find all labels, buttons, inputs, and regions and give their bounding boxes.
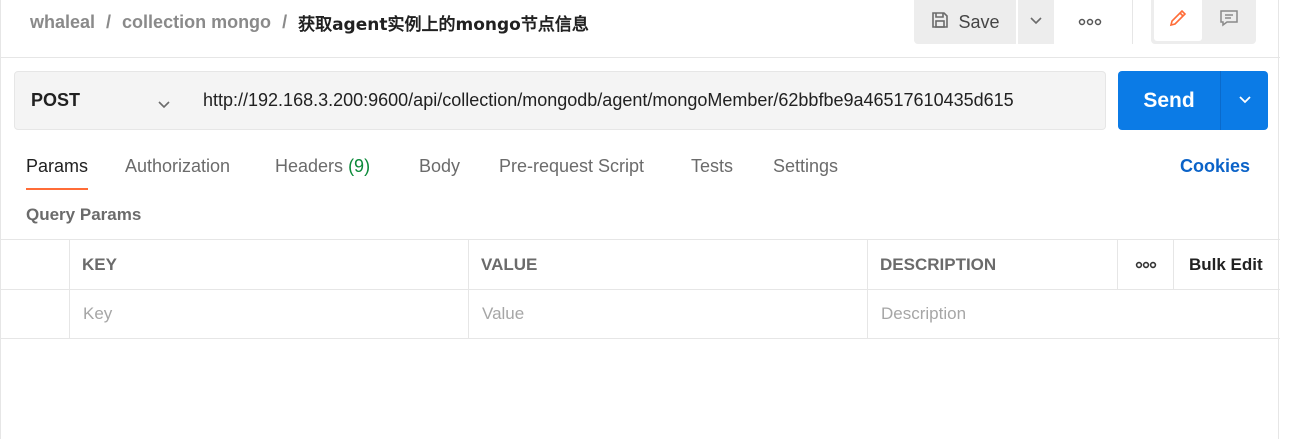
param-description-input[interactable]: Description — [881, 290, 966, 338]
param-value-input[interactable]: Value — [482, 290, 524, 338]
tab-label: Tests — [691, 156, 734, 176]
cookies-link[interactable]: Cookies — [1180, 156, 1250, 177]
column-header-key: KEY — [82, 254, 117, 274]
request-header: whaleal / collection mongo / 获取agent实例上的… — [1, 0, 1280, 58]
tab-authorization[interactable]: Authorization — [125, 156, 230, 190]
tab-label: Pre-request Script — [499, 156, 645, 176]
method-select[interactable]: POST — [14, 71, 188, 130]
tab-tests[interactable]: Tests — [691, 156, 733, 190]
divider — [1132, 0, 1133, 44]
breadcrumb-separator: / — [282, 12, 288, 32]
query-params-title: Query Params — [26, 205, 142, 224]
table-border — [1, 239, 1280, 240]
chevron-down-icon — [1238, 92, 1252, 110]
column-header-description: DESCRIPTION — [880, 254, 997, 274]
view-mode-toggle — [1151, 0, 1256, 44]
send-button[interactable]: Send — [1118, 71, 1220, 130]
table-column-divider — [69, 240, 70, 338]
tab-body[interactable]: Body — [419, 156, 460, 190]
save-icon — [930, 10, 950, 35]
table-border — [1, 289, 1280, 290]
edit-mode-button[interactable] — [1154, 0, 1202, 41]
tab-headers[interactable]: Headers (9) — [275, 156, 370, 190]
param-key-input[interactable]: Key — [83, 290, 112, 338]
tab-label: Body — [419, 156, 461, 176]
url-text: http://192.168.3.200:9600/api/collection… — [203, 90, 1014, 110]
tab-label: Headers — [275, 156, 344, 176]
table-column-divider — [468, 240, 469, 338]
column-options-button[interactable] — [1118, 240, 1174, 289]
more-actions-button[interactable] — [1072, 0, 1108, 44]
tab-pre-request-script[interactable]: Pre-request Script — [499, 156, 644, 190]
comment-icon — [1218, 7, 1240, 34]
url-input[interactable]: http://192.168.3.200:9600/api/collection… — [187, 71, 1106, 130]
comments-button[interactable] — [1205, 0, 1253, 41]
breadcrumb-separator: / — [106, 12, 112, 32]
chevron-down-icon — [157, 94, 171, 115]
table-column-divider — [867, 240, 868, 338]
tab-settings[interactable]: Settings — [773, 156, 838, 190]
save-label: Save — [958, 11, 1000, 32]
request-panel: whaleal / collection mongo / 获取agent实例上的… — [0, 0, 1280, 439]
bulk-edit-button[interactable]: Bulk Edit — [1189, 240, 1263, 289]
tab-label: Authorization — [125, 156, 231, 176]
breadcrumb-collection[interactable]: collection mongo — [122, 12, 271, 33]
table-border — [1, 338, 1280, 339]
save-button[interactable]: Save — [914, 0, 1016, 44]
tab-label: Settings — [773, 156, 839, 176]
headers-count-badge: (9) — [348, 156, 371, 176]
send-options-button[interactable] — [1220, 71, 1268, 130]
pencil-icon — [1167, 7, 1189, 34]
save-options-button[interactable] — [1018, 0, 1054, 44]
column-header-value: VALUE — [481, 254, 538, 274]
more-horizontal-icon — [1078, 13, 1102, 31]
request-name[interactable]: 获取agent实例上的mongo节点信息 — [298, 10, 589, 35]
breadcrumb: whaleal / collection mongo / 获取agent实例上的… — [30, 10, 589, 35]
tab-label: Params — [26, 156, 89, 176]
method-label: POST — [31, 90, 81, 110]
more-horizontal-icon — [1135, 256, 1157, 274]
tab-params[interactable]: Params — [26, 156, 89, 190]
chevron-down-icon — [1029, 13, 1043, 31]
breadcrumb-workspace[interactable]: whaleal — [30, 12, 95, 33]
